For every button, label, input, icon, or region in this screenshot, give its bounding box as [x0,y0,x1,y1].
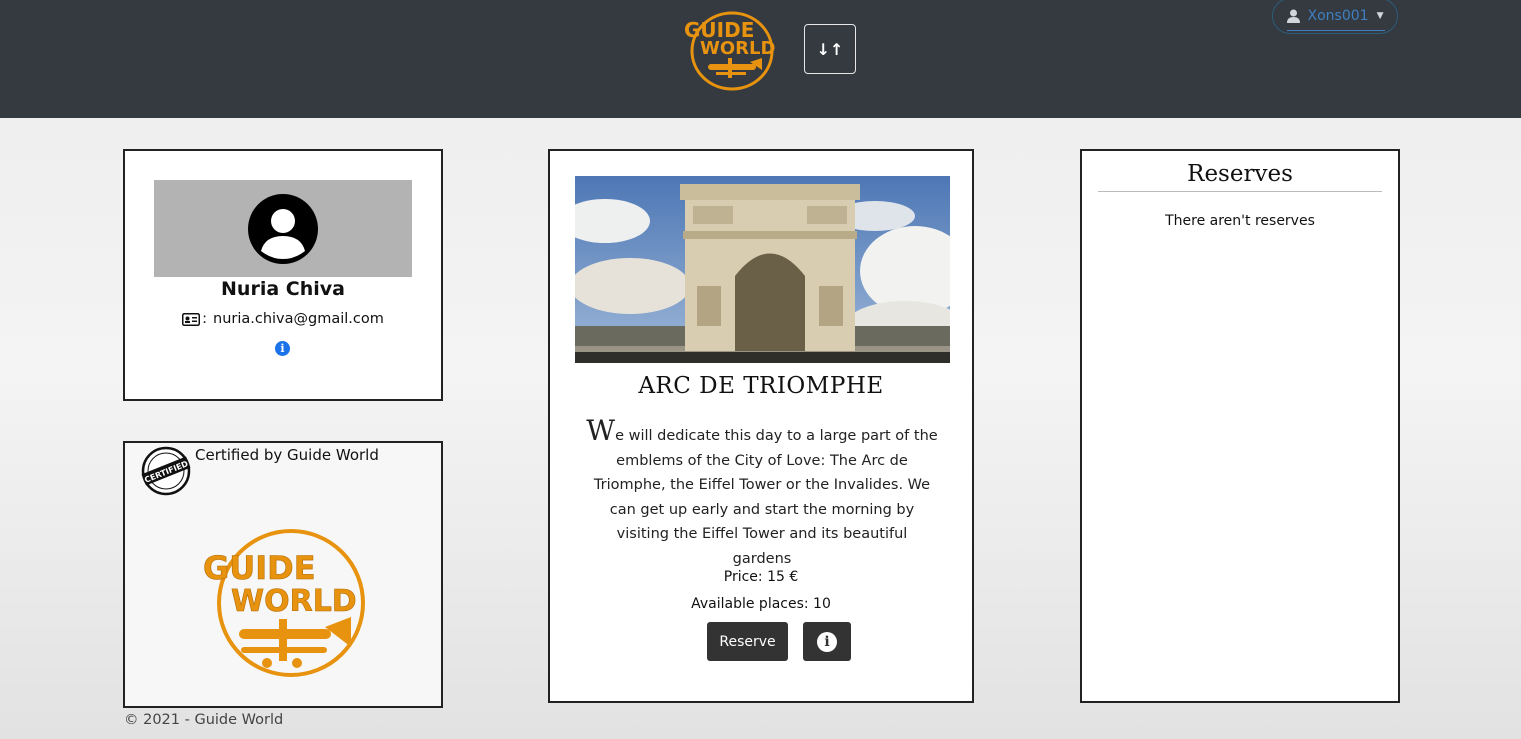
description-dropcap: W [586,414,616,447]
footer-copyright: © 2021 - Guide World [124,712,284,728]
user-menu-dropdown[interactable]: Xons001 ▼ [1272,0,1398,34]
tour-available-places: Available places: 10 [691,596,831,612]
description-text: e will dedicate this day to a large part… [593,428,938,567]
guide-world-logo[interactable]: GUIDE WORLD [680,6,784,92]
sort-arrows-icon: ↓↑ [816,39,844,59]
tour-info-button[interactable]: i [803,622,851,661]
biplane-icon [708,58,762,78]
certificate-title: Certified by Guide World [195,446,379,464]
logo-large-text-line1: GUIDE [203,549,316,587]
profile-card: Nuria Chiva : nuria.chiva@gmail.com i [123,149,443,401]
arc-de-triomphe-image [575,176,950,363]
tour-price: Price: 15 € [723,569,799,585]
tour-card: ARC DE TRIOMPHE We will dedicate this da… [548,149,974,703]
profile-email: nuria.chiva@gmail.com [213,311,384,327]
navbar: GUIDE WORLD ↓↑ Xons001 ▼ [0,0,1521,118]
avatar [154,180,412,277]
tour-title: ARC DE TRIOMPHE [638,373,884,399]
info-circle-icon: i [817,631,837,652]
profile-name: Nuria Chiva [221,278,345,300]
reserve-button[interactable]: Reserve [707,622,788,661]
info-circle-icon[interactable]: i [275,341,290,356]
profile-email-row: : nuria.chiva@gmail.com [125,311,441,327]
id-card-icon [182,312,201,326]
tour-description: We will dedicate this day to a large par… [586,417,938,571]
user-menu-label: Xons001 [1307,8,1369,24]
user-avatar-icon [248,193,318,264]
reserves-empty-message: There aren't reserves [1165,213,1315,229]
reserves-card: Reserves There aren't reserves [1080,149,1400,703]
logo-text-line2: WORLD [700,38,775,59]
certified-stamp-icon: CERTIFIED [141,446,191,496]
user-icon [1286,9,1300,23]
reserves-title: Reserves [1098,161,1382,192]
arch-monument [680,184,860,351]
user-menu-underline [1287,30,1385,31]
sort-button[interactable]: ↓↑ [804,24,856,74]
logo-large-text-line2: WORLD [231,584,357,619]
email-colon: : [202,311,207,327]
guide-world-logo-large: GUIDE WORLD [203,529,365,677]
chevron-down-icon: ▼ [1376,11,1384,21]
certificate-card: CERTIFIED Certified by Guide World GUIDE… [123,441,443,708]
